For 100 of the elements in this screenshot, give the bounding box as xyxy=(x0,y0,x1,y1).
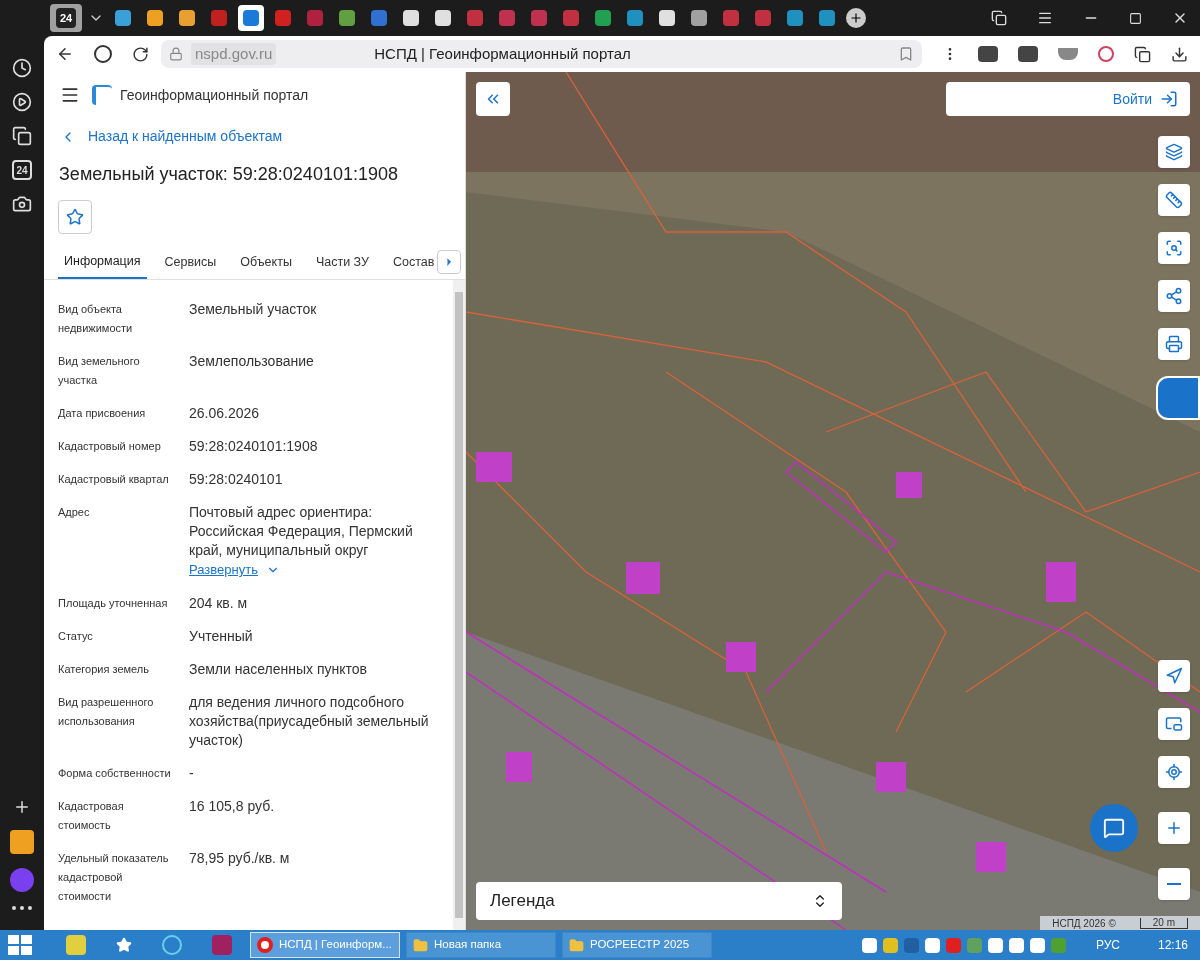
clock[interactable]: 12:16 xyxy=(1157,936,1188,954)
reload-icon[interactable] xyxy=(132,45,149,63)
field-label: Кадастровый квартал xyxy=(58,472,170,487)
news-badge[interactable]: 24 xyxy=(12,160,32,180)
field-value: 204 кв. м xyxy=(189,593,248,613)
tabs-icon[interactable] xyxy=(991,10,1007,26)
folder-icon xyxy=(413,937,428,953)
object-heading: Земельный участок: 59:28:0240101:1908 xyxy=(58,163,399,186)
field-value: Земли населенных пунктов xyxy=(189,659,368,679)
lock-icon xyxy=(169,47,183,61)
menu-icon[interactable] xyxy=(60,85,80,105)
zoom-in-button[interactable] xyxy=(1158,812,1190,844)
ruler-icon xyxy=(1165,191,1183,209)
bookmark-icon[interactable] xyxy=(898,46,914,62)
expand-link[interactable]: Развернуть xyxy=(189,560,280,580)
tab-group-badge[interactable]: 24 xyxy=(50,4,82,32)
field-value: - xyxy=(189,763,194,783)
tray-icon[interactable] xyxy=(987,937,1003,953)
navigation-button[interactable] xyxy=(1158,660,1190,692)
field-value: 78,95 руб./кв. м xyxy=(189,848,290,868)
field-label: Площадь уточненная xyxy=(58,595,169,611)
satellite-map[interactable]: Войти Легенда НСПД 2026 © 20 m xyxy=(466,72,1200,930)
field-value: 59:28:0240101:1908 xyxy=(189,437,318,456)
history-icon[interactable] xyxy=(12,58,32,78)
field-label: Дата присвоения xyxy=(58,406,147,421)
side-widget-icon[interactable] xyxy=(1156,376,1200,420)
more-icon[interactable] xyxy=(12,906,32,910)
portal-title: Геоинформационный портал xyxy=(120,85,309,105)
tray-icon[interactable] xyxy=(1008,937,1024,953)
restore-icon[interactable] xyxy=(1129,11,1142,25)
field-label: Адрес xyxy=(58,505,91,520)
browser-logo-icon xyxy=(257,937,273,953)
tray-icon[interactable] xyxy=(1029,937,1045,953)
scrollbar[interactable] xyxy=(453,280,465,930)
field-label: Вид объекта недвижимости xyxy=(58,302,134,336)
menu-icon[interactable] xyxy=(1037,10,1053,26)
minimap-button[interactable] xyxy=(1158,708,1190,740)
legend-dropdown[interactable]: Легенда xyxy=(476,882,842,920)
print-button[interactable] xyxy=(1158,328,1190,360)
area-search-button[interactable] xyxy=(1158,232,1190,264)
language-indicator[interactable]: РУС xyxy=(1095,936,1120,954)
zoom-in-icon xyxy=(1165,819,1183,837)
tray-icon[interactable] xyxy=(924,937,940,953)
login-button[interactable]: Войти xyxy=(946,82,1190,116)
attribution-text: НСПД 2026 © xyxy=(1052,916,1116,930)
share-button[interactable] xyxy=(1158,280,1190,312)
portal-logo-icon xyxy=(92,85,112,105)
panel-tab[interactable]: Информация xyxy=(58,246,147,279)
page-title: НСПД | Геоинформационный портал xyxy=(374,43,632,64)
field-label: Вид земельного участка xyxy=(58,354,141,388)
add-icon[interactable] xyxy=(13,798,31,816)
area-search-icon xyxy=(1165,239,1183,257)
field-value: Земельный участок xyxy=(189,300,317,319)
star-icon xyxy=(66,208,84,226)
extension-icon[interactable] xyxy=(978,46,998,62)
play-icon[interactable] xyxy=(12,92,32,112)
locate-button[interactable] xyxy=(1158,756,1190,788)
favorite-button[interactable] xyxy=(58,200,92,234)
field-label: Вид разрешенного использования xyxy=(58,694,155,729)
minimap-icon xyxy=(1165,715,1183,733)
star-icon[interactable] xyxy=(116,937,132,953)
back-link[interactable]: Назад к найденным объектам xyxy=(44,126,465,147)
field-value: Землепользование xyxy=(189,352,314,371)
camera-icon[interactable] xyxy=(12,194,32,214)
panel-tab[interactable]: Состав xyxy=(387,246,441,279)
folder-icon xyxy=(569,937,584,953)
login-icon xyxy=(1160,90,1178,108)
field-label: Кадастровая стоимость xyxy=(58,798,125,833)
assistant-icon[interactable] xyxy=(10,868,34,892)
field-label: Удельный показатель кадастровой стоимости xyxy=(58,850,170,904)
field-value: Почтовый адрес ориентира: Российская Федерация, Пермский край, муниципальный округ xyxy=(189,503,414,560)
share-icon xyxy=(1165,287,1183,305)
collapse-panel-button[interactable] xyxy=(476,82,510,116)
address-field[interactable]: nspd.gov.ru НСПД | Геоинформационный портал xyxy=(161,40,922,68)
field-value: 59:28:0240101 xyxy=(189,470,283,489)
ruler-button[interactable] xyxy=(1158,184,1190,216)
panel-tab[interactable]: Объекты xyxy=(234,246,298,279)
panel-tab[interactable]: Части ЗУ xyxy=(309,246,375,279)
extension-icon[interactable] xyxy=(1134,45,1151,63)
field-label: Кадастровый номер xyxy=(58,439,162,454)
panel-tab[interactable]: Сервисы xyxy=(158,246,223,279)
layers-button[interactable] xyxy=(1158,136,1190,168)
locate-icon xyxy=(1165,763,1183,781)
layers-icon xyxy=(1165,143,1183,161)
tray-icon[interactable] xyxy=(861,937,877,953)
field-value: Учтенный xyxy=(189,626,253,646)
collections-icon[interactable] xyxy=(12,126,32,146)
field-value: для ведения личного подсобного хозяйства(приусадебный земельный участок) xyxy=(189,692,430,750)
field-value: 26.06.2026 xyxy=(189,404,260,423)
chat-icon xyxy=(1103,817,1125,839)
scale-bar: 20 m xyxy=(1139,917,1188,929)
url-text: nspd.gov.ru xyxy=(191,42,277,66)
new-tab-icon[interactable] xyxy=(846,8,866,28)
zoom-out-button[interactable] xyxy=(1158,868,1190,900)
start-icon[interactable] xyxy=(8,935,32,955)
back-icon[interactable] xyxy=(56,45,74,63)
field-label: Категория земель xyxy=(58,661,150,677)
field-label: Форма собственности xyxy=(58,765,172,781)
download-icon[interactable] xyxy=(1171,45,1188,63)
extension-icon[interactable] xyxy=(1018,46,1038,62)
